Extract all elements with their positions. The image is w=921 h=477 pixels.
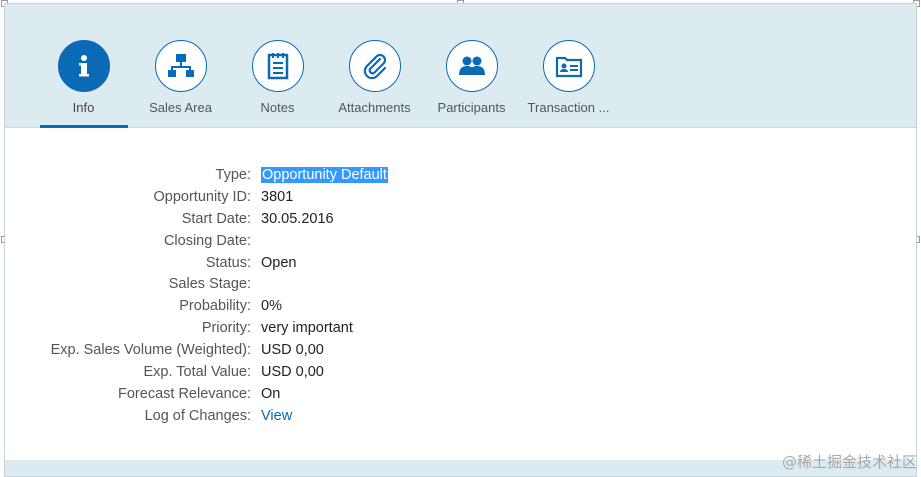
field-label: Opportunity ID:	[153, 188, 251, 205]
watermark: @稀土掘金技术社区	[781, 453, 917, 471]
field-label: Log of Changes:	[144, 407, 251, 424]
field-label: Probability:	[179, 298, 251, 315]
field-label: Status:	[205, 254, 251, 271]
people-icon	[445, 40, 498, 92]
field-start-date: Start Date: 30.05.2016	[5, 208, 916, 230]
notes-icon	[251, 40, 304, 92]
tab-label: Transaction ...	[527, 100, 610, 115]
footer-bar	[5, 460, 916, 476]
field-log-of-changes: Log of Changes: View	[5, 405, 916, 427]
field-value-selected[interactable]: Opportunity Default	[261, 166, 388, 183]
tab-sales-area[interactable]: Sales Area	[132, 40, 229, 128]
field-label: Closing Date:	[163, 232, 251, 249]
field-label: Sales Stage:	[168, 276, 251, 293]
paperclip-icon	[348, 40, 401, 92]
field-value: 3801	[261, 188, 294, 205]
field-opportunity-id: Opportunity ID: 3801	[5, 186, 916, 208]
field-label: Priority:	[201, 320, 251, 337]
field-label: Start Date:	[181, 210, 251, 227]
field-value: USD 0,00	[261, 363, 324, 380]
tab-participants[interactable]: Participants	[423, 40, 520, 128]
tab-label: Sales Area	[149, 100, 212, 115]
tab-info[interactable]: Info	[35, 40, 132, 128]
tab-notes[interactable]: Notes	[229, 40, 326, 128]
tab-attachments[interactable]: Attachments	[326, 40, 423, 128]
field-exp-total-value: Exp. Total Value: USD 0,00	[5, 361, 916, 383]
field-sales-stage: Sales Stage:	[5, 273, 916, 295]
field-value: USD 0,00	[261, 342, 324, 359]
contact-card-icon	[542, 40, 595, 92]
field-label: Exp. Sales Volume (Weighted):	[50, 342, 251, 359]
field-status: Status: Open	[5, 252, 916, 274]
field-value: 0%	[261, 298, 282, 315]
field-forecast-relevance: Forecast Relevance: On	[5, 383, 916, 405]
opportunity-details-panel: Info Sales Area Notes Attachments Partic…	[4, 3, 917, 477]
field-label: Forecast Relevance:	[118, 385, 251, 402]
tab-label: Participants	[437, 100, 506, 115]
field-value: 30.05.2016	[261, 210, 334, 227]
field-priority: Priority: very important	[5, 317, 916, 339]
info-icon	[57, 40, 110, 92]
org-structure-icon	[154, 40, 207, 92]
field-exp-sales-volume: Exp. Sales Volume (Weighted): USD 0,00	[5, 339, 916, 361]
field-value: Open	[261, 254, 297, 271]
field-label: Type:	[215, 166, 251, 183]
tab-label: Attachments	[338, 100, 411, 115]
field-value: very important	[261, 320, 353, 337]
active-tab-indicator	[40, 125, 128, 128]
tab-transaction[interactable]: Transaction ...	[520, 40, 617, 128]
field-label: Exp. Total Value:	[143, 363, 251, 380]
tab-label: Notes	[260, 100, 295, 115]
info-form: Type: Opportunity Default Opportunity ID…	[5, 164, 916, 427]
tab-header: Info Sales Area Notes Attachments Partic…	[5, 4, 916, 128]
field-type: Type: Opportunity Default	[5, 164, 916, 186]
tab-label: Info	[72, 100, 95, 115]
field-closing-date: Closing Date:	[5, 230, 916, 252]
tab-bar: Info Sales Area Notes Attachments Partic…	[35, 40, 617, 128]
field-probability: Probability: 0%	[5, 295, 916, 317]
field-value: On	[261, 385, 281, 402]
view-log-link[interactable]: View	[261, 408, 292, 424]
